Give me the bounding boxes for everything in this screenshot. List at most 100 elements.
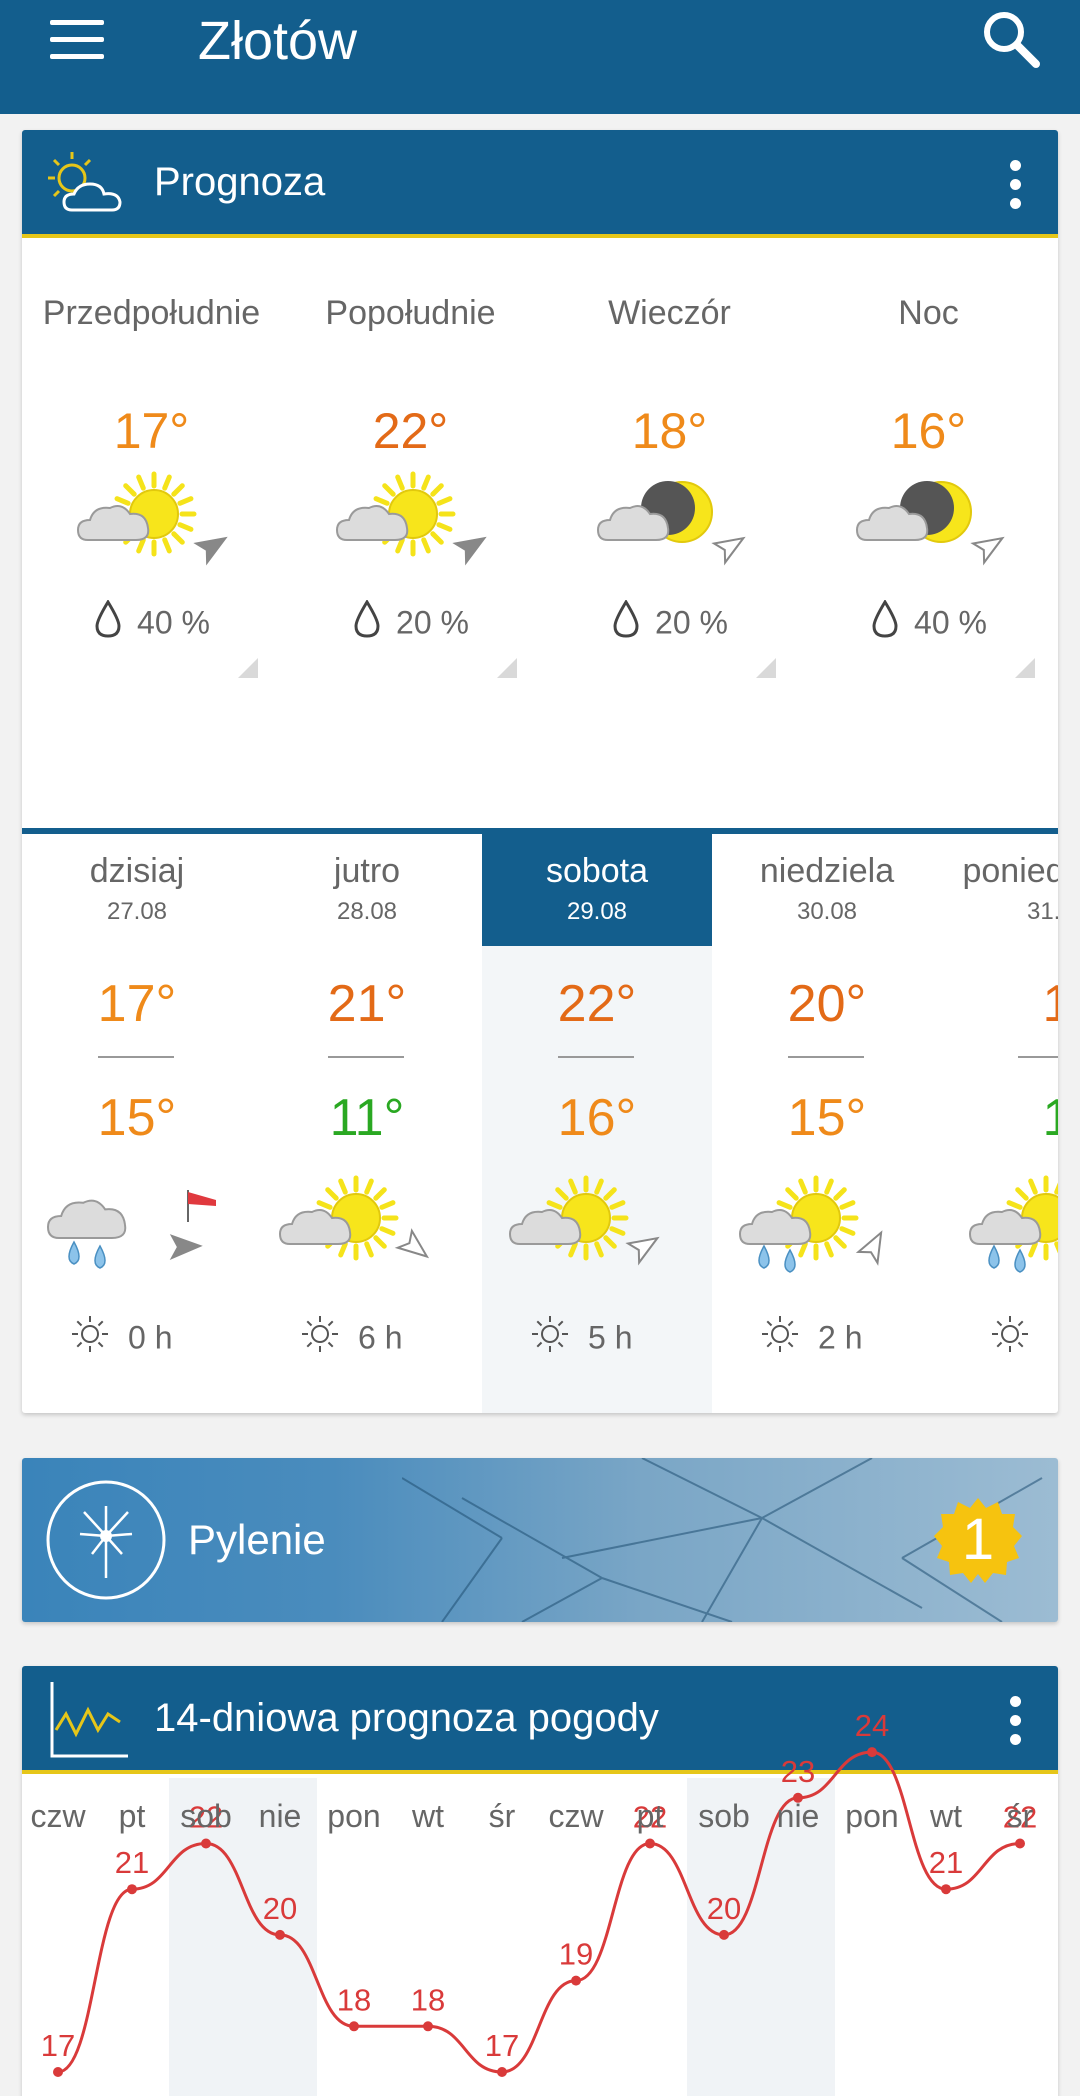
sunshine-hours: 6 h (358, 1319, 403, 1356)
partly-cloudy-sun-icon (72, 470, 232, 585)
day-min-temp: 15° (97, 1089, 177, 1147)
chart-day-label: czw (548, 1798, 604, 1834)
sunshine-hours: 5 h (588, 1319, 633, 1356)
temperature-label: 21 (929, 1845, 963, 1880)
menu-icon[interactable] (50, 20, 104, 60)
temp-divider (558, 1056, 634, 1058)
temp-divider (788, 1056, 864, 1058)
temperature-point (571, 1975, 581, 1986)
day-header: dzisiaj 27.08 (22, 834, 252, 946)
temperature-label: 21 (115, 1845, 149, 1880)
chart-day-label: wt (412, 1798, 444, 1834)
temperature-label: 23 (781, 1754, 815, 1789)
chart-day-label: pt (118, 1798, 146, 1834)
temperature-label: 24 (855, 1708, 889, 1743)
expand-corner (238, 658, 258, 678)
temperature-label: 20 (707, 1891, 741, 1926)
period-column[interactable]: Popołudnie 22° 20 % (281, 130, 540, 720)
pollen-title: Pylenie (188, 1516, 326, 1563)
temperature-point (645, 1838, 655, 1849)
sunshine-hours: 2 h (818, 1319, 863, 1356)
search-icon[interactable] (980, 8, 1044, 72)
sun-rain-cloud-icon (964, 1174, 1058, 1289)
sunshine-row: 2 h (760, 1314, 862, 1362)
period-name: Wieczór (608, 294, 731, 332)
sunshine-row: 6 h (300, 1314, 402, 1362)
period-column[interactable]: Noc 16° 40 % (799, 130, 1058, 720)
period-column[interactable]: Przedpołudnie 17° 40 % (22, 130, 281, 720)
day-name: niedziela (759, 852, 895, 890)
day-name: poniedziałek (962, 852, 1058, 890)
temperature-label: 18 (411, 1982, 445, 2017)
chart-day-label: pt (636, 1798, 664, 1834)
temperature-point (275, 1929, 285, 1940)
pollen-card[interactable]: Pylenie 1 (22, 1458, 1058, 1622)
dandelion-icon (46, 1480, 166, 1600)
period-temperature: 17° (113, 403, 190, 459)
day-name: dzisiaj (89, 852, 185, 890)
partly-cloudy-sun-icon (504, 1174, 664, 1289)
rain-chance: 20 % (655, 604, 728, 641)
partly-cloudy-sun-icon (331, 470, 491, 585)
temperature-label: 18 (337, 1982, 371, 2017)
day-date: 29.08 (566, 898, 628, 925)
windsock-icon (187, 1190, 216, 1222)
temperature-point (1015, 1838, 1025, 1849)
day-max-temp: 20° (787, 975, 867, 1033)
period-rain: 20 % (540, 599, 799, 646)
temperature-label: 17 (485, 2028, 519, 2063)
day-header: poniedziałek 31.08 (942, 834, 1058, 946)
sunshine-row (990, 1314, 1048, 1362)
period-temperature: 22° (372, 403, 449, 459)
temperature-point (497, 2067, 507, 2077)
chart-day-label: sob (698, 1798, 750, 1834)
day-min-temp: 16° (557, 1089, 637, 1147)
temperature-point (719, 1929, 729, 1940)
period-rain: 20 % (281, 599, 540, 646)
chart-day-label: śr (1006, 1798, 1034, 1834)
day-max-temp: 17° (97, 975, 177, 1033)
sunshine-row: 5 h (530, 1314, 632, 1362)
day-name: jutro (333, 852, 401, 890)
chart-day-label: sob (180, 1798, 232, 1834)
day-name: sobota (545, 852, 649, 890)
day-column[interactable]: sobota29.0822°16°5 h40 % (482, 834, 712, 1413)
chart-day-label: nie (258, 1798, 302, 1834)
chart-day-label: nie (776, 1798, 820, 1834)
day-column[interactable]: niedziela30.0820°15°2 h50 % (712, 834, 942, 1413)
day-header: jutro 28.08 (252, 834, 482, 946)
rain-chance: 40 % (137, 604, 210, 641)
temperature-point (127, 1884, 137, 1895)
sun-icon (760, 1314, 800, 1362)
day-header: niedziela 30.08 (712, 834, 942, 946)
day-date: 31.08 (1026, 898, 1058, 925)
chart-day-label: wt (930, 1798, 962, 1834)
expand-corner (497, 658, 517, 678)
page-title: Złotów (198, 11, 358, 71)
rain-chance: 20 % (396, 604, 469, 641)
chart-day-label: pon (845, 1798, 899, 1834)
chart-day-label: czw (30, 1798, 86, 1834)
rain-drop-icon (93, 599, 123, 646)
temperature-chart: 1721222018 181719222023242122 (41, 1708, 1037, 2077)
chart-day-label: śr (488, 1798, 516, 1834)
temperature-point (423, 2021, 433, 2032)
partly-cloudy-moon-icon (590, 470, 750, 585)
period-name: Noc (898, 294, 959, 332)
sunshine-row: 0 h (70, 1314, 172, 1362)
temperature-point (201, 1838, 211, 1849)
temp-divider (328, 1056, 404, 1058)
day-column[interactable]: poniedziałek 31.08 1 1 (942, 834, 1058, 1413)
day-min-temp: 15° (787, 1089, 867, 1147)
period-temperature: 16° (890, 403, 967, 459)
chart-day-label: pon (327, 1798, 381, 1834)
temp-divider (98, 1056, 174, 1058)
period-column[interactable]: Wieczór 18° 20 % (540, 130, 799, 720)
day-column[interactable]: jutro28.0821°11°6 h40 % (252, 834, 482, 1413)
temperature-point (867, 1747, 877, 1758)
expand-corner (1015, 658, 1035, 678)
temperature-point (941, 1884, 951, 1895)
sun-icon (70, 1314, 110, 1362)
sun-rain-cloud-icon (734, 1174, 894, 1289)
day-column[interactable]: dzisiaj27.0817°15°0 h80 % (22, 834, 252, 1413)
